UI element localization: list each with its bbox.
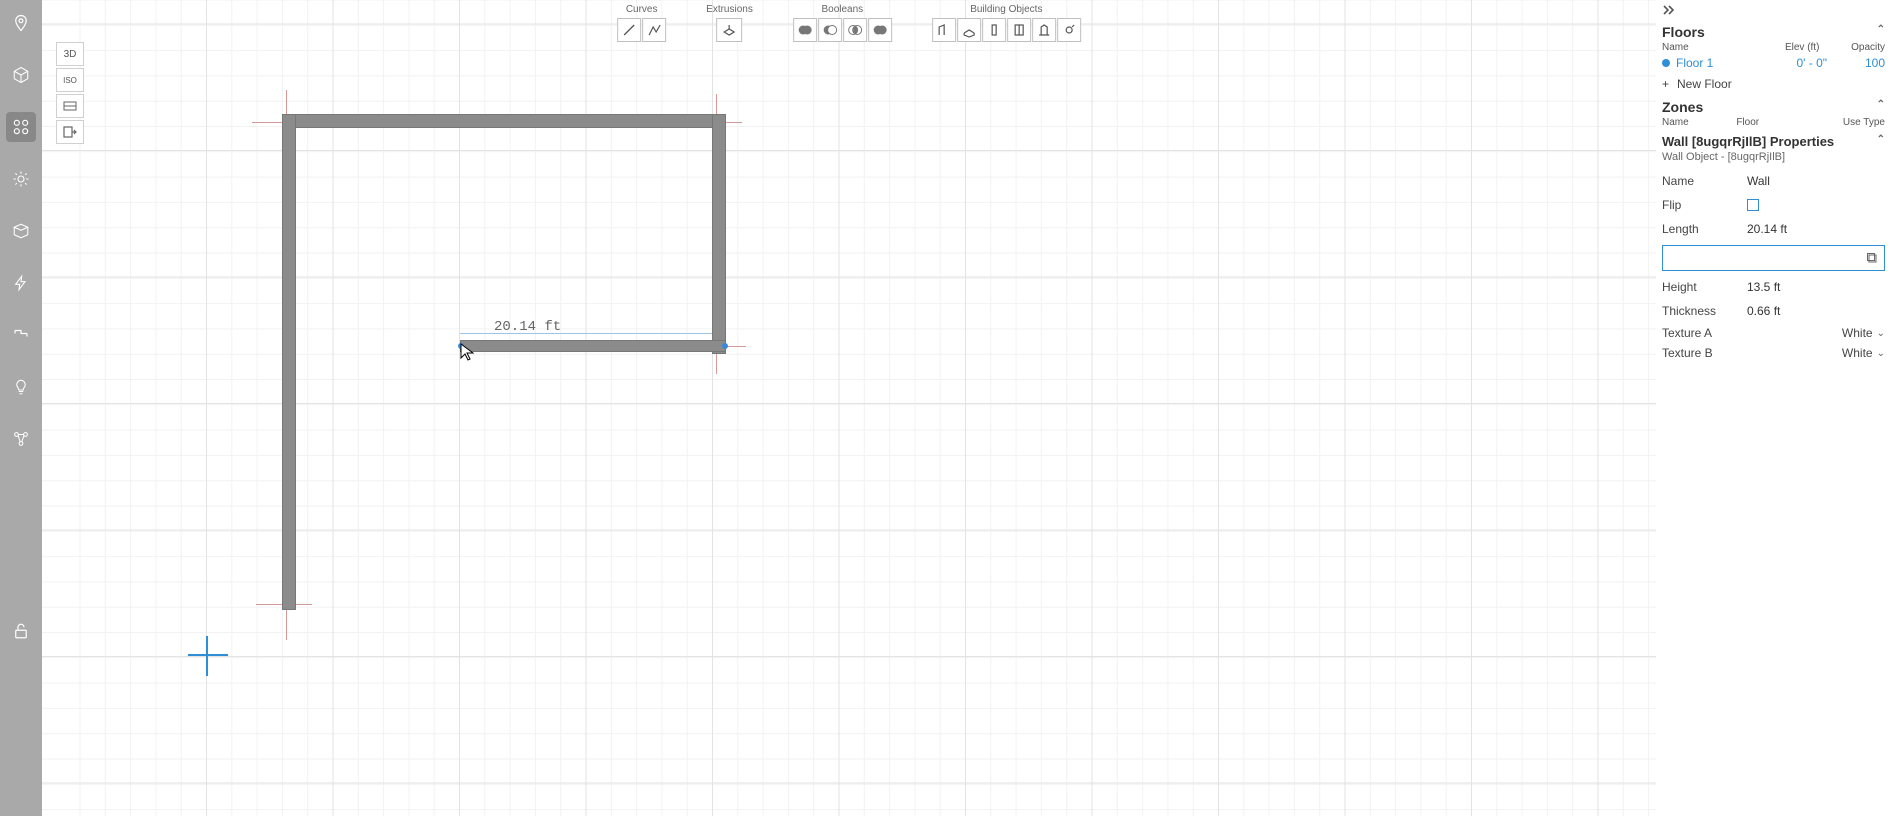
chevron-down-icon: ⌄ [1877,348,1885,359]
new-floor-button[interactable]: + New Floor [1656,73,1891,95]
bulb-icon[interactable] [6,372,36,402]
prop-length-value[interactable]: 20.14 ft [1747,222,1885,236]
prop-height-value[interactable]: 13.5 ft [1747,280,1885,294]
prop-extra-field[interactable] [1667,251,1864,265]
lock-open-icon[interactable] [6,616,36,646]
view-plan-button[interactable] [56,94,84,118]
cube-icon[interactable] [6,60,36,90]
modules-icon[interactable] [6,112,36,142]
handle-end[interactable] [722,343,728,349]
zones-section-title[interactable]: Zones ⌃ [1656,95,1891,117]
tool-extrude[interactable] [717,18,743,42]
copy-icon[interactable] [1864,250,1880,266]
graph-icon[interactable] [6,424,36,454]
prop-texture-b-row[interactable]: Texture B White ⌄ [1656,343,1891,363]
bolt-icon[interactable] [6,268,36,298]
prop-height-row: Height 13.5 ft [1656,275,1891,299]
zones-headers: Name Floor Use Type [1656,117,1891,128]
view-export-button[interactable] [56,120,84,144]
tool-line[interactable] [617,18,641,42]
tool-subtract[interactable] [818,18,842,42]
properties-title[interactable]: Wall [8ugqrRjIlB] Properties ⌃ [1656,128,1891,151]
left-rail [0,0,42,816]
tool-column[interactable] [982,18,1006,42]
pin-icon[interactable] [6,8,36,38]
floors-section-title[interactable]: Floors ⌃ [1656,20,1891,42]
tool-group-curves: Curves [617,4,666,42]
wall-selected[interactable] [460,340,726,352]
cursor-icon [460,343,474,361]
view-stack: 3D ISO [56,42,84,144]
flip-checkbox[interactable] [1747,199,1759,211]
chevron-up-icon: ⌃ [1877,99,1885,115]
tool-group-booleans: Booleans [793,4,892,42]
plus-icon: + [1662,77,1669,91]
box-icon[interactable] [6,216,36,246]
top-toolbar: Curves Extrusions Booleans [617,4,1081,42]
view-3d-button[interactable]: 3D [56,42,84,66]
tool-roof[interactable] [1057,18,1081,42]
tool-group-building: Building Objects [932,4,1081,42]
prop-thickness-value[interactable]: 0.66 ft [1747,304,1885,318]
floor-active-dot-icon [1662,59,1670,67]
tool-union[interactable] [793,18,817,42]
dimension-label: 20.14 ft [492,318,563,336]
pipe-icon[interactable] [6,320,36,350]
wall-left[interactable] [282,114,296,610]
prop-flip-row: Flip [1656,193,1891,217]
right-panel: Floors ⌃ Name Elev (ft) Opacity Floor 1 … [1656,0,1891,816]
properties-subtitle: Wall Object - [8ugqrRjIlB] [1656,151,1891,169]
prop-thickness-row: Thickness 0.66 ft [1656,299,1891,323]
canvas-area[interactable]: 20.14 ft 3D ISO Curves [42,0,1656,816]
tool-wall[interactable] [932,18,956,42]
tool-group-extrusions: Extrusions [706,4,753,42]
wall-right[interactable] [712,114,726,354]
prop-length-row: Length 20.14 ft [1656,217,1891,241]
chevron-up-icon: ⌃ [1877,134,1885,149]
tool-intersect[interactable] [843,18,867,42]
floors-headers: Name Elev (ft) Opacity [1656,42,1891,53]
tool-difference[interactable] [868,18,892,42]
app-root: 20.14 ft 3D ISO Curves [0,0,1891,816]
sun-icon[interactable] [6,164,36,194]
prop-texture-a-row[interactable]: Texture A White ⌄ [1656,323,1891,343]
chevron-down-icon: ⌄ [1877,328,1885,339]
wall-top[interactable] [282,114,724,128]
view-iso-button[interactable]: ISO [56,68,84,92]
tool-window[interactable] [1007,18,1031,42]
prop-name-row: Name Wall [1656,169,1891,193]
floor-row[interactable]: Floor 1 0' - 0" 100 [1656,53,1891,73]
prop-extra-input[interactable] [1662,245,1885,271]
tool-slab[interactable] [957,18,981,42]
prop-name-value[interactable]: Wall [1747,174,1885,188]
chevron-up-icon: ⌃ [1877,24,1885,40]
panel-expand-icon[interactable] [1656,2,1891,20]
tool-polyline[interactable] [642,18,666,42]
tool-door[interactable] [1032,18,1056,42]
